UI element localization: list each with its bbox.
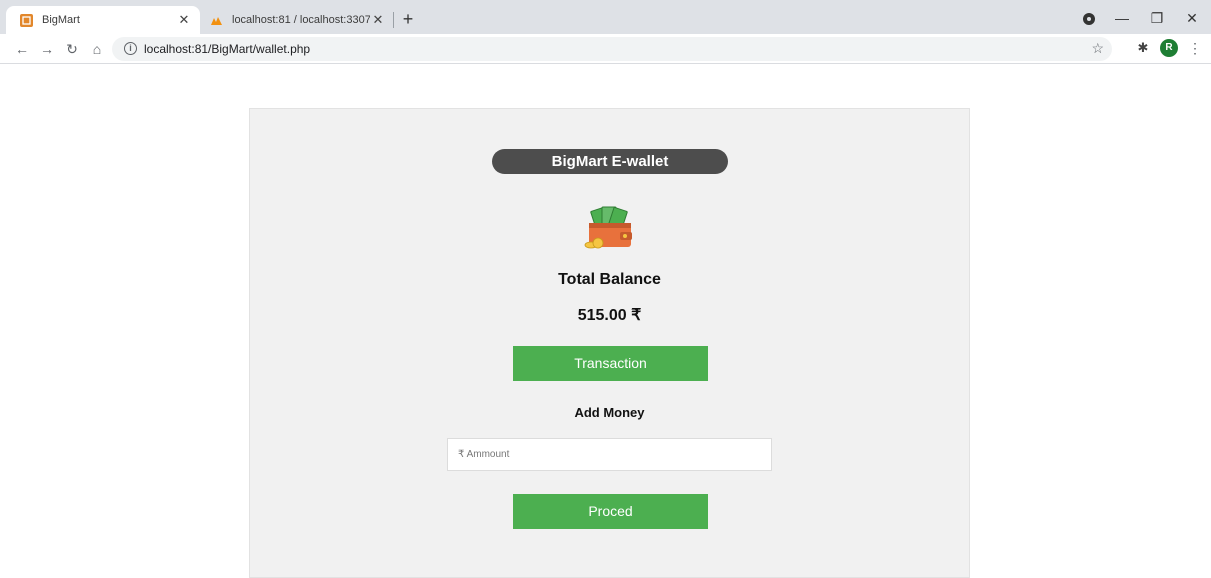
transaction-button[interactable]: Transaction [513,346,708,381]
bookmark-star-icon[interactable]: ☆ [1091,40,1104,57]
close-tab-icon[interactable]: ✕ [176,12,192,28]
browser-menu-icon[interactable]: ⋮ [1188,39,1202,57]
wallet-icon [584,206,632,249]
reload-icon[interactable]: ↻ [62,39,82,59]
wallet-title: BigMart E-wallet [492,149,728,174]
close-tab-icon[interactable]: ✕ [370,12,386,28]
phpmyadmin-favicon-icon [210,14,223,27]
address-bar[interactable]: i localhost:81/BigMart/wallet.php ☆ [112,37,1112,61]
amount-input[interactable] [447,438,772,471]
home-icon[interactable]: ⌂ [87,39,107,59]
url-text[interactable]: localhost:81/BigMart/wallet.php [144,42,310,56]
add-money-label: Add Money [574,405,645,420]
minimize-icon[interactable]: — [1108,8,1136,28]
tab-phpmyadmin[interactable]: localhost:81 / localhost:3307 / us ✕ [200,6,394,34]
tab-title: BigMart [42,14,80,26]
extensions-puzzle-icon[interactable]: ✱ [1134,39,1152,57]
forward-icon[interactable]: → [37,39,57,59]
total-balance-label: Total Balance [558,271,661,288]
restore-icon[interactable]: ❐ [1143,8,1171,28]
wallet-card: BigMart E-wallet Total Balance 515.00 ₹ … [249,108,970,578]
profile-avatar[interactable]: R [1160,39,1178,57]
tab-divider [393,12,394,28]
browser-toolbar: ← → ↻ ⌂ i localhost:81/BigMart/wallet.ph… [0,34,1211,64]
tab-title: localhost:81 / localhost:3307 / us [232,14,370,26]
balance-amount: 515.00 ₹ [577,307,642,324]
tab-bigmart[interactable]: BigMart ✕ [6,6,200,34]
new-tab-button[interactable]: + [398,10,418,30]
browser-tabstrip: BigMart ✕ localhost:81 / localhost:3307 … [0,0,1211,34]
bigmart-favicon-icon [20,13,33,27]
media-control-icon[interactable] [1083,13,1095,25]
back-icon[interactable]: ← [12,39,32,59]
close-window-icon[interactable]: ✕ [1178,8,1206,28]
proceed-button[interactable]: Proced [513,494,708,529]
info-icon[interactable]: i [124,42,137,55]
